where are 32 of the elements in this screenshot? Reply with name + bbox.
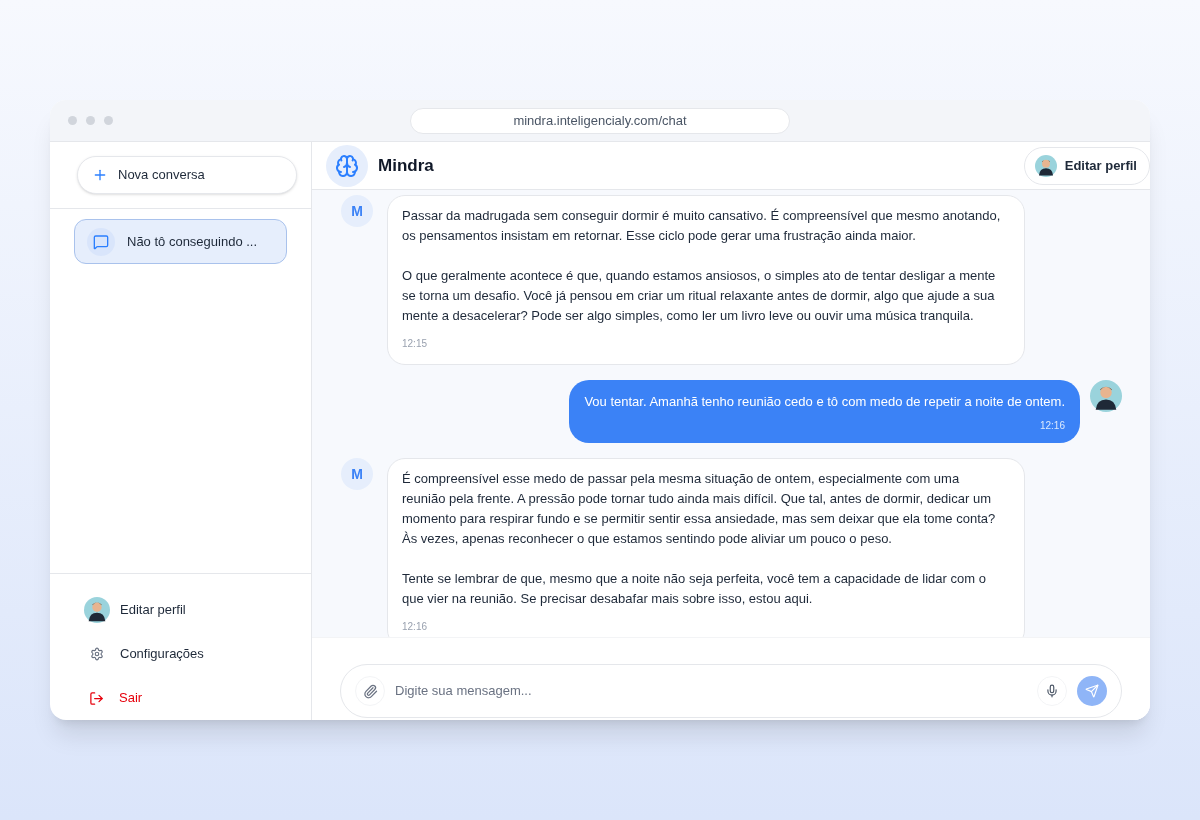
- address-bar[interactable]: mindra.inteligencialy.com/chat: [410, 108, 790, 134]
- user-avatar-icon: [84, 597, 110, 623]
- paperclip-icon: [362, 683, 378, 699]
- message-text: É compreensível esse medo de passar pela mesma situação de ontem, especialmente com uma reunião pela frente. A pressão pode tornar tudo ainda mais difícil. Que tal, antes de dormir, dedicar um momento para respirar fundo e se permitir sentir essa ansiedade, mas sem deixar que ela tome conta? Às vezes, apenas reconhecer o que estamos sentindo pode aliviar um pouco o peso.: [402, 470, 997, 548]
- sidebar-footer-link[interactable]: Editar perfil: [120, 600, 186, 620]
- assistant-avatar: M: [341, 195, 373, 227]
- message-field[interactable]: Digite sua mensagem...: [340, 664, 1122, 718]
- conversation-item[interactable]: Não tô conseguindo ...: [74, 219, 287, 264]
- sidebar-footer-link[interactable]: Sair: [119, 688, 143, 708]
- conversation-title: Não tô conseguindo ...: [127, 232, 258, 251]
- plus-icon: [92, 167, 108, 183]
- message-time: 12:16: [1039, 419, 1065, 433]
- sidebar-footer-link[interactable]: Configurações: [120, 644, 204, 664]
- message-text: Passar da madrugada sem conseguir dormir é muito cansativo. É compreensível que mesmo anotando, os pensamentos insistam em retornar. Esse ciclo pode gerar uma frustração ainda maior.: [402, 207, 1002, 245]
- brain-icon: [326, 144, 368, 187]
- new-chat-button[interactable]: Nova conversa: [77, 156, 297, 194]
- message-time: 12:15: [402, 338, 428, 349]
- user-avatar-icon: [1034, 154, 1057, 177]
- microphone-icon: [1045, 684, 1059, 698]
- message-text: Vou tentar. Amanhã tenho reunião cedo e tô com medo de repetir a noite de ontem.: [584, 393, 1065, 411]
- message-input[interactable]: Digite sua mensagem...: [395, 681, 1027, 701]
- edit-profile-button[interactable]: Editar perfil: [1023, 146, 1150, 185]
- chat-title: Mindra: [378, 154, 434, 177]
- send-icon: [1085, 684, 1099, 698]
- chat-bubble-icon: [87, 227, 115, 256]
- message-text: O que geralmente acontece é que, quando estamos ansiosos, o simples ato de tentar desligar a mente se torna um desafio. Você já pensou em criar um ritual relaxante antes de dormir, algo que ajude a sua mente a desacelerar? Pode ser algo simples, como ler um livro leve ou ouvir uma música tranquila.: [402, 267, 997, 325]
- logout-icon: [89, 690, 104, 706]
- message-time: 12:16: [402, 621, 428, 632]
- message-text: Tente se lembrar de que, mesmo que a noite não seja perfeita, você tem a capacidade de lidar com o que vier na reunião. Se precisar desabafar mais sobre isso, estou aqui.: [402, 570, 987, 608]
- settings-icon: [90, 647, 104, 661]
- user-avatar-icon: [1090, 380, 1122, 412]
- assistant-avatar: M: [341, 458, 373, 490]
